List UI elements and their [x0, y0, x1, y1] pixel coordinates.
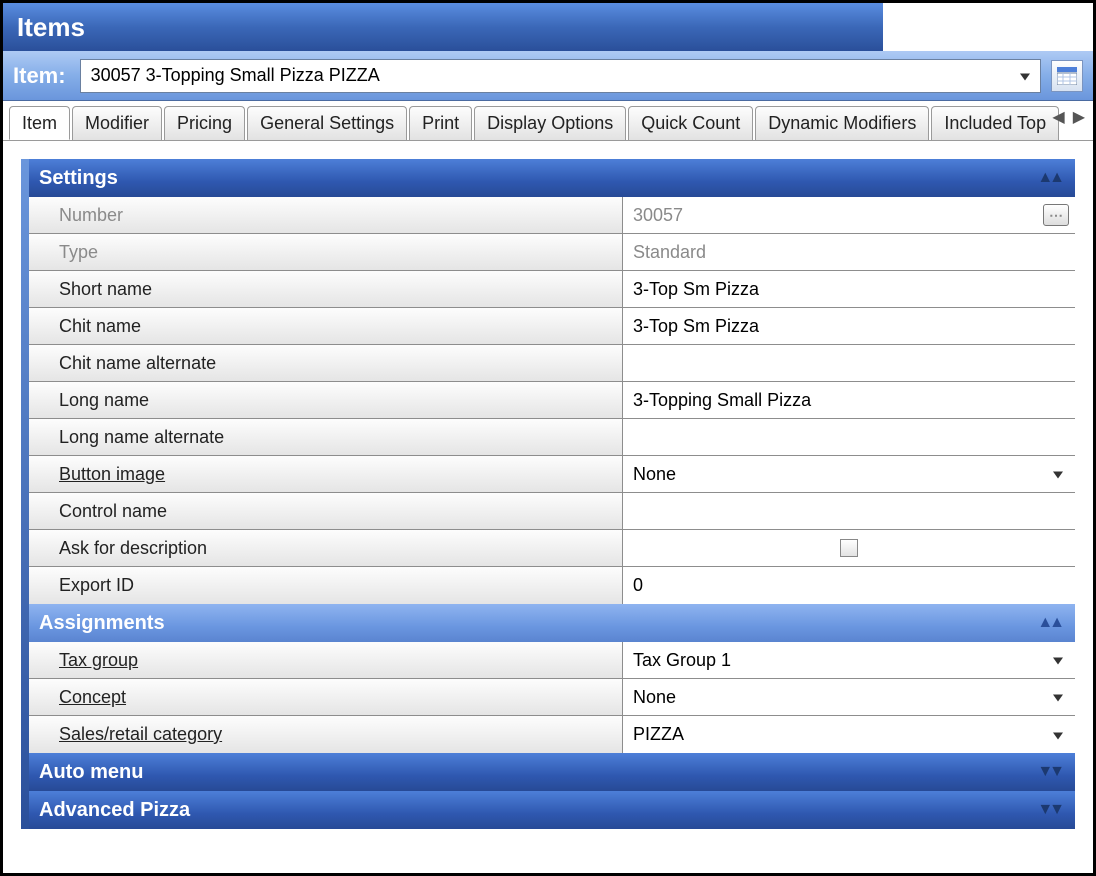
section-title: Settings	[39, 167, 118, 190]
property-label: Tax group	[29, 642, 623, 678]
property-label: Number	[29, 197, 623, 233]
property-row: Long name alternate	[29, 419, 1075, 456]
dropdown-arrow-icon[interactable]	[1051, 464, 1065, 485]
property-value-text: None	[633, 464, 676, 485]
property-value-text: 3-Top Sm Pizza	[633, 279, 759, 300]
property-label: Control name	[29, 493, 623, 529]
property-value-text: 30057	[633, 205, 683, 226]
property-row: Long name 3-Topping Small Pizza	[29, 382, 1075, 419]
property-value-text: None	[633, 687, 676, 708]
section-header-automenu[interactable]: Auto menu ▼▼	[29, 753, 1075, 791]
property-value[interactable]	[623, 345, 1075, 381]
property-value[interactable]: 0	[623, 567, 1075, 604]
property-row: Sales/retail category PIZZA	[29, 716, 1075, 753]
property-value: Standard	[623, 234, 1075, 270]
tabs-row: ItemModifierPricingGeneral SettingsPrint…	[3, 101, 1093, 141]
window-titlebar: Items	[3, 3, 1093, 51]
property-row: Short name 3-Top Sm Pizza	[29, 271, 1075, 308]
property-value[interactable]	[623, 493, 1075, 529]
property-value-text: 3-Topping Small Pizza	[633, 390, 811, 411]
section-title: Auto menu	[39, 761, 143, 784]
grid-view-button[interactable]	[1051, 60, 1083, 92]
property-value-text: Standard	[633, 242, 706, 263]
ellipsis-button[interactable]: ⋯	[1043, 204, 1069, 226]
property-label: Short name	[29, 271, 623, 307]
property-value[interactable]	[623, 419, 1075, 455]
collapse-up-icon: ▲▲	[1037, 614, 1061, 632]
property-value[interactable]: PIZZA	[623, 716, 1075, 753]
section-header-advanced[interactable]: Advanced Pizza ▼▼	[29, 791, 1075, 829]
property-value[interactable]	[623, 530, 1075, 566]
expand-down-icon: ▼▼	[1037, 763, 1061, 781]
assignments-grid: Tax group Tax Group 1 Concept None Sales/ret…	[29, 642, 1075, 753]
property-value: 30057 ⋯	[623, 197, 1075, 233]
dropdown-arrow-icon[interactable]	[1051, 650, 1065, 671]
tab-included-top[interactable]: Included Top	[931, 106, 1059, 140]
grid-icon	[1057, 67, 1077, 85]
property-value-text: PIZZA	[633, 724, 684, 745]
titlebar-search-box[interactable]	[883, 3, 1093, 51]
property-value-text: Tax Group 1	[633, 650, 731, 671]
property-label: Sales/retail category	[29, 716, 623, 753]
section-header-settings[interactable]: Settings ▲▲	[29, 159, 1075, 197]
property-label: Export ID	[29, 567, 623, 604]
property-row: Export ID 0	[29, 567, 1075, 604]
tab-quick-count[interactable]: Quick Count	[628, 106, 753, 140]
tab-general-settings[interactable]: General Settings	[247, 106, 407, 140]
property-row: Button image None	[29, 456, 1075, 493]
window-title: Items	[17, 12, 85, 43]
property-value[interactable]: 3-Top Sm Pizza	[623, 308, 1075, 344]
tab-display-options[interactable]: Display Options	[474, 106, 626, 140]
section-header-assignments[interactable]: Assignments ▲▲	[29, 604, 1075, 642]
settings-grid: Number 30057 ⋯ Type Standard Short name 3-Top …	[29, 197, 1075, 604]
tab-scroll-left-icon[interactable]: ◀	[1052, 107, 1064, 127]
property-value[interactable]: None	[623, 456, 1075, 492]
dropdown-arrow-icon[interactable]	[1051, 724, 1065, 745]
property-row: Type Standard	[29, 234, 1075, 271]
property-value[interactable]: 3-Top Sm Pizza	[623, 271, 1075, 307]
property-row: Chit name alternate	[29, 345, 1075, 382]
property-value[interactable]: None	[623, 679, 1075, 715]
property-label: Ask for description	[29, 530, 623, 566]
item-selector-row: Item: 30057 3-Topping Small Pizza PIZZA	[3, 51, 1093, 101]
property-label: Long name	[29, 382, 623, 418]
expand-down-icon: ▼▼	[1037, 801, 1061, 819]
item-selector-value: 30057 3-Topping Small Pizza PIZZA	[91, 65, 380, 86]
property-value-text: 0	[633, 575, 643, 596]
property-label: Concept	[29, 679, 623, 715]
property-value[interactable]: 3-Topping Small Pizza	[623, 382, 1075, 418]
section-title: Assignments	[39, 612, 165, 635]
property-label: Chit name	[29, 308, 623, 344]
tab-dynamic-modifiers[interactable]: Dynamic Modifiers	[755, 106, 929, 140]
tab-content: Settings ▲▲ Number 30057 ⋯ Type Standard Shor…	[3, 141, 1093, 829]
tab-scroll-right-icon[interactable]: ▶	[1073, 107, 1085, 127]
dropdown-arrow-icon	[1018, 65, 1032, 86]
property-value-text: 3-Top Sm Pizza	[633, 316, 759, 337]
property-row: Number 30057 ⋯	[29, 197, 1075, 234]
property-value[interactable]: Tax Group 1	[623, 642, 1075, 678]
property-label: Type	[29, 234, 623, 270]
property-row: Concept None	[29, 679, 1075, 716]
property-label: Long name alternate	[29, 419, 623, 455]
tab-item[interactable]: Item	[9, 106, 70, 140]
property-label: Button image	[29, 456, 623, 492]
property-row: Chit name 3-Top Sm Pizza	[29, 308, 1075, 345]
property-row: Tax group Tax Group 1	[29, 642, 1075, 679]
tab-modifier[interactable]: Modifier	[72, 106, 162, 140]
item-selector-combo[interactable]: 30057 3-Topping Small Pizza PIZZA	[80, 59, 1041, 93]
item-selector-label: Item:	[13, 63, 66, 89]
items-window: Items Item: 30057 3-Topping Small Pizza …	[0, 0, 1096, 876]
tab-print[interactable]: Print	[409, 106, 472, 140]
property-label: Chit name alternate	[29, 345, 623, 381]
properties-panel: Settings ▲▲ Number 30057 ⋯ Type Standard Shor…	[21, 159, 1075, 829]
property-row: Control name	[29, 493, 1075, 530]
tab-scroll-controls: ◀ ▶	[1052, 107, 1085, 127]
dropdown-arrow-icon[interactable]	[1051, 687, 1065, 708]
collapse-up-icon: ▲▲	[1037, 169, 1061, 187]
tab-pricing[interactable]: Pricing	[164, 106, 245, 140]
checkbox[interactable]	[840, 539, 858, 557]
property-row: Ask for description	[29, 530, 1075, 567]
section-title: Advanced Pizza	[39, 799, 190, 822]
